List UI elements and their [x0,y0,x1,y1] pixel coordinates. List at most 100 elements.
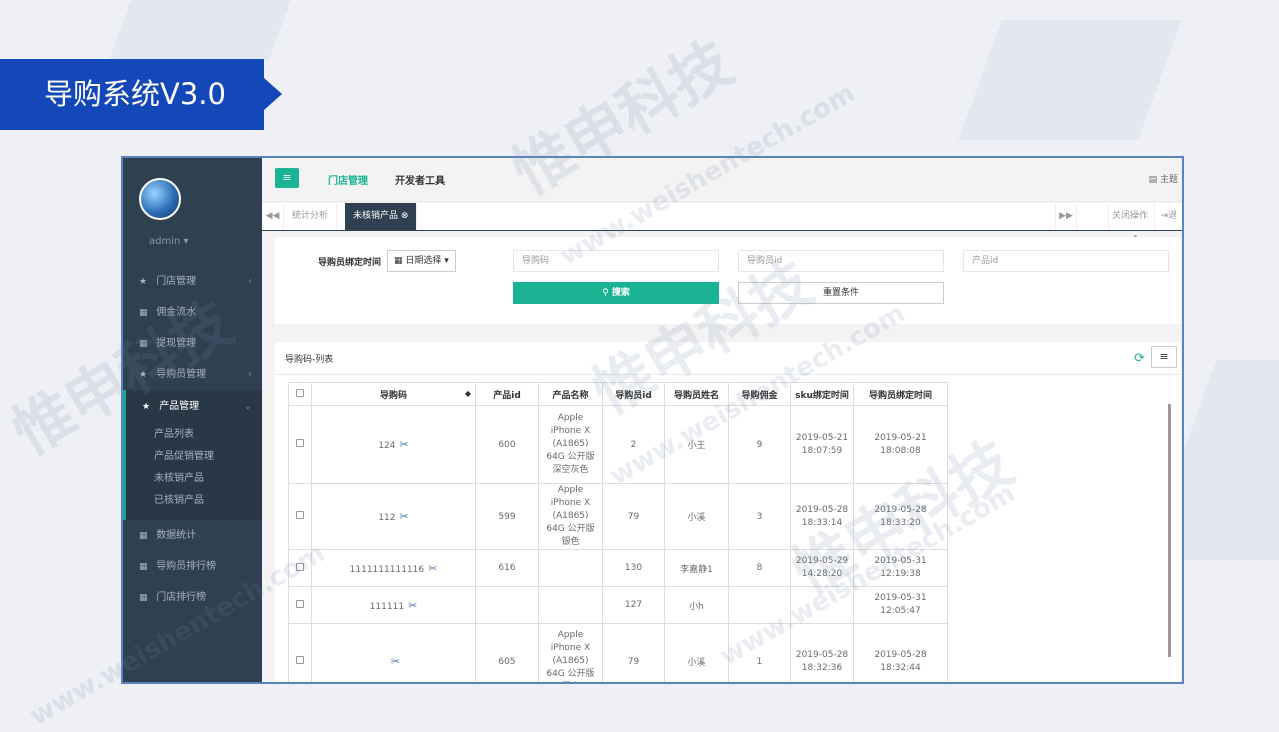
sidebar-subitem-unverified[interactable]: 未核销产品 [126,468,262,490]
cell-bind-time: 2019-05-28 18:32:44 [853,623,948,682]
cell-product-id: 616 [475,549,539,587]
list-title: 导购码-列表 [285,355,334,365]
sidebar-item-statistics[interactable]: ▦ 数据统计 [123,520,262,551]
topnav-store-management[interactable]: 门店管理 [328,172,368,187]
sidebar-item-product-management[interactable]: ★ 产品管理 ⌄ [123,390,262,424]
reset-button[interactable]: 重置条件 [738,282,944,304]
table-row: 112 ✂ 599 Apple iPhone X (A1865) 64G 公开版 … [288,483,948,550]
cell-product-name: Apple iPhone X (A1865) 64G 公开版 深空 [538,623,603,682]
sidebar-item-guide-management[interactable]: ★ 导购员管理 ‹ [123,359,262,390]
row-checkbox-cell [288,483,312,550]
cell-product-id: 600 [475,405,539,484]
calendar-icon: ▦ [139,562,148,572]
cell-guide-id: 79 [602,483,665,550]
cell-guide-id: 130 [602,549,665,587]
user-menu[interactable]: admin ▾ [149,236,189,247]
star-icon: ★ [142,402,151,412]
cell-sku-time: 2019-05-21 18:07:59 [790,405,854,484]
sidebar-item-withdraw-management[interactable]: ▦ 提现管理 [123,328,262,359]
column-header-product-name[interactable]: 产品名称 [538,382,603,406]
code-input[interactable]: 导购码 [513,250,719,272]
scissors-icon[interactable]: ✂ [399,438,408,451]
sidebar-item-guide-ranking[interactable]: ▦ 导购员排行榜 [123,551,262,582]
search-button[interactable]: ⚲ 搜索 [513,282,719,304]
column-header-sku-time[interactable]: sku绑定时间 [790,382,854,406]
search-panel: 导购员绑定时间 ▦ 日期选择 ▾ 导购码 导购员id 产品id ⚲ 搜索 重置条… [275,237,1181,324]
sidebar-item-label: 产品管理 [159,401,200,412]
sidebar-item-store-ranking[interactable]: ▦ 门店排行榜 [123,582,262,613]
select-all-checkbox[interactable] [296,388,304,397]
table-row: 124 ✂ 600 Apple iPhone X (A1865) 64G 公开版 … [288,405,948,484]
avatar[interactable] [139,178,181,220]
cell-sku-time: 2019-05-29 14:28:20 [790,549,854,587]
row-checkbox[interactable] [296,511,304,519]
tabs-back-icon[interactable]: ◀◀ [262,203,284,230]
row-checkbox[interactable] [296,656,304,664]
code-value: 111111 [369,601,405,612]
sidebar-subitem-verified[interactable]: 已核销产品 [126,490,262,512]
main-content: ≡ 门店管理 开发者工具 ▤ 主题 ◀◀ 统计分析 未核销产品 ⊗ ▶▶ 关闭操… [262,158,1182,682]
row-checkbox[interactable] [296,562,304,571]
logout-button[interactable]: ⇥退 [1154,203,1182,230]
row-checkbox-cell [288,405,312,484]
divider [275,374,1181,375]
tab-unverified-products[interactable]: 未核销产品 ⊗ [345,203,418,230]
column-header-commission[interactable]: 导购佣金 [728,382,791,406]
refresh-icon[interactable]: ⟳ [1134,351,1145,366]
cell-code: ✂ [311,623,476,682]
column-header-code[interactable]: 导购码 ◆ [311,382,476,406]
calendar-icon: ▦ [139,339,148,349]
tabs-forward-icon[interactable]: ▶▶ [1055,203,1077,230]
scissors-icon[interactable]: ✂ [391,655,400,668]
top-navbar: ≡ 门店管理 开发者工具 ▤ 主题 [262,158,1182,202]
calendar-icon: ▦ [139,593,148,603]
cell-commission: 1 [728,623,791,682]
column-header-bind-time[interactable]: 导购员绑定时间 [853,382,948,406]
cell-product-id: 605 [475,623,539,682]
sidebar-menu: ★ 门店管理 ‹ ▦ 佣金流水 ▦ 提现管理 ★ 导购员管理 ‹ ★ 产品管理 … [123,266,262,613]
column-header-guide-id[interactable]: 导购员id [602,382,665,406]
product-id-input[interactable]: 产品id [963,250,1169,272]
table-scrollbar[interactable] [1168,404,1171,657]
sidebar-item-commission-flow[interactable]: ▦ 佣金流水 [123,297,262,328]
scissors-icon[interactable]: ✂ [408,599,417,612]
tab-statistics[interactable]: 统计分析 [284,203,338,230]
code-value: 112 [378,513,396,523]
column-header-guide-name[interactable]: 导购员姓名 [664,382,729,406]
row-checkbox[interactable] [296,599,304,608]
cell-guide-id: 127 [602,586,665,624]
scissors-icon[interactable]: ✂ [399,510,408,523]
columns-toggle-button[interactable]: ≡ [1151,346,1177,368]
chevron-left-icon: ‹ [248,276,252,287]
table-header-row: 导购码 ◆ 产品id 产品名称 导购员id 导购员姓名 导购佣金 sku绑定时间… [288,382,948,406]
sidebar-item-label: 导购员管理 [156,369,207,380]
column-header-product-id[interactable]: 产品id [475,382,539,406]
cell-product-name: Apple iPhone X (A1865) 64G 公开版 银色 [538,483,603,550]
topnav-dev-tools[interactable]: 开发者工具 [395,172,445,187]
row-checkbox[interactable] [296,439,304,447]
cell-guide-name: 小溪 [664,483,729,550]
sidebar-item-label: 门店管理 [156,276,197,287]
sidebar-item-label: 导购员排行榜 [156,561,217,572]
sidebar-item-label: 佣金流水 [156,307,197,318]
menu-toggle-button[interactable]: ≡ [275,168,299,188]
cell-product-name [538,586,603,624]
scissors-icon[interactable]: ✂ [428,562,437,575]
date-picker-button[interactable]: ▦ 日期选择 ▾ [387,250,456,272]
cell-guide-id: 79 [602,623,665,682]
theme-button[interactable]: ▤ 主题 [1149,172,1178,185]
sidebar-subitem-promotion[interactable]: 产品促销管理 [126,446,262,468]
cell-guide-name: 小王 [664,405,729,484]
sort-icon[interactable]: ◆ [465,389,471,398]
close-icon[interactable]: ⊗ [401,211,409,221]
sidebar-item-store-management[interactable]: ★ 门店管理 ‹ [123,266,262,297]
close-operations-button[interactable]: 关闭操作 [1108,203,1158,230]
cell-guide-name: 李嘉静1 [664,549,729,587]
search-button-label: 搜索 [611,288,630,298]
guide-id-input[interactable]: 导购员id [738,250,944,272]
sidebar-subitem-product-list[interactable]: 产品列表 [126,424,262,446]
row-checkbox-cell [288,623,312,682]
code-value: 1111111111116 [349,564,425,575]
cell-sku-time [790,586,854,624]
cell-commission: 9 [728,405,791,484]
